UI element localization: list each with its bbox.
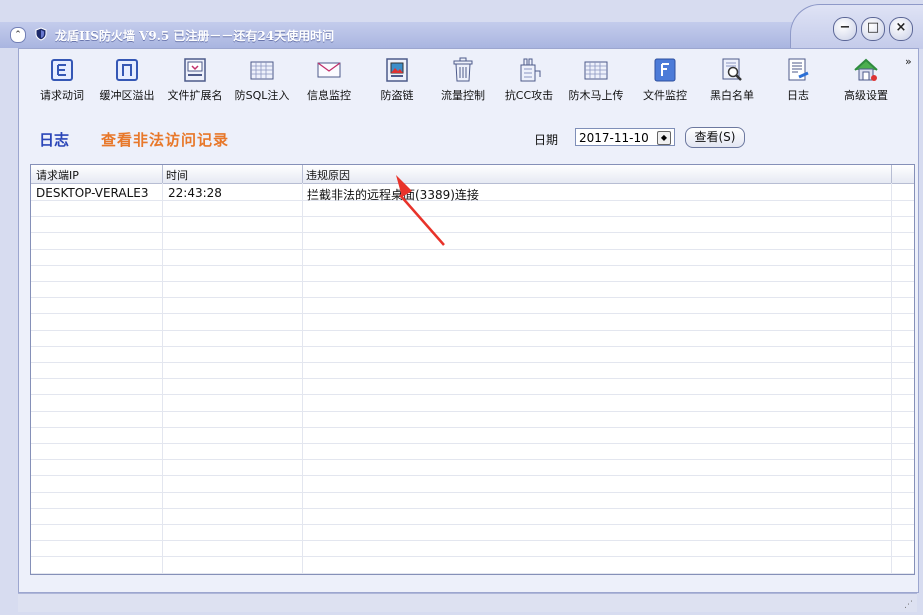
tool-label: 防盗链 (380, 89, 414, 102)
tool-request-verb[interactable]: 请求动词 (29, 57, 95, 103)
row-line (31, 556, 914, 557)
tool-advanced-settings[interactable]: 高级设置 (833, 57, 899, 103)
row-line (31, 508, 914, 509)
minimize-button[interactable]: − (833, 17, 857, 41)
tool-buffer-overflow[interactable]: 缓冲区溢出 (94, 57, 160, 103)
tool-file-monitor[interactable]: 文件监控 (632, 57, 698, 103)
row-line (31, 394, 914, 395)
tool-traffic-control[interactable]: 流量控制 (430, 57, 496, 103)
row-line (31, 411, 914, 412)
row-line (31, 524, 914, 525)
tool-label: 高级设置 (844, 89, 888, 102)
row-line (31, 297, 914, 298)
tool-anti-cc[interactable]: 抗CC攻击 (496, 57, 562, 103)
search-document-icon (722, 58, 742, 81)
query-button[interactable]: 查看(S) (685, 127, 745, 148)
tool-label: 文件扩展名 (167, 89, 223, 102)
tool-label: 防SQL注入 (234, 89, 290, 102)
row-line (31, 573, 914, 574)
row-line (31, 459, 914, 460)
tool-label: 文件监控 (643, 89, 687, 102)
row-line (31, 313, 914, 314)
row-line (31, 540, 914, 541)
row-line (31, 362, 914, 363)
main-panel: 请求动词 缓冲区溢出 文件扩展名 防SQL注入 信息监控 防盗链 流量控制 抗C… (18, 48, 919, 593)
letter-f-icon (654, 58, 676, 82)
shield-icon (35, 27, 47, 41)
tool-label: 黑白名单 (710, 89, 754, 102)
date-value: 2017-11-10 (579, 131, 649, 145)
monitor-icon (184, 58, 206, 82)
letter-e-icon (51, 59, 73, 81)
log-table: 请求端IP 时间 违规原因 DESKTOP-VERALE3 22:43:28 拦… (30, 164, 915, 575)
column-line (302, 183, 303, 574)
row-line (31, 330, 914, 331)
row-line (31, 249, 914, 250)
tool-log[interactable]: 日志 (765, 57, 831, 103)
tool-anti-trojan-upload[interactable]: 防木马上传 (563, 57, 629, 103)
column-header-ip[interactable]: 请求端IP (36, 167, 79, 183)
toolbar: 请求动词 缓冲区溢出 文件扩展名 防SQL注入 信息监控 防盗链 流量控制 抗C… (19, 49, 918, 109)
column-line (162, 183, 163, 574)
tool-label: 请求动词 (40, 89, 84, 102)
dropdown-arrow-icon[interactable]: ◆ (657, 131, 671, 145)
resize-grip-icon[interactable]: ⋰ (904, 600, 913, 610)
system-menu-icon[interactable]: ⌃ (10, 27, 26, 43)
tool-anti-sql[interactable]: 防SQL注入 (229, 57, 295, 103)
grid-icon (584, 61, 608, 80)
tool-anti-hotlink[interactable]: 防盗链 (364, 57, 430, 103)
app-window: ⌃ 龙盾IIS防火墙 V9.5 已注册－－还有24天使用时间 − □ × 请求动… (0, 0, 923, 615)
cell-ip: DESKTOP-VERALE3 (36, 186, 149, 200)
annotation-arrow-icon (396, 175, 445, 246)
status-bar: ⋰ (18, 593, 917, 612)
tool-info-monitor[interactable]: 信息监控 (296, 57, 362, 103)
tool-label: 信息监控 (307, 89, 351, 102)
row-line (31, 265, 914, 266)
document-pen-icon (788, 58, 809, 81)
row-line (31, 216, 914, 217)
row-line (31, 346, 914, 347)
plug-icon (520, 58, 541, 82)
section-title: 日志 (39, 131, 70, 149)
toolbar-overflow-chevron[interactable]: » (905, 55, 912, 68)
row-line (31, 378, 914, 379)
column-line (891, 183, 892, 574)
row-line (31, 492, 914, 493)
grid-icon (250, 61, 274, 80)
tool-label: 防木马上传 (568, 89, 624, 102)
tool-label: 流量控制 (441, 89, 485, 102)
row-line (31, 281, 914, 282)
column-header-time[interactable]: 时间 (166, 167, 188, 183)
section-subtitle: 查看非法访问记录 (101, 131, 230, 149)
tool-file-extension[interactable]: 文件扩展名 (162, 57, 228, 103)
letter-n-icon (116, 59, 138, 81)
close-button[interactable]: × (889, 17, 913, 41)
row-line (31, 427, 914, 428)
date-picker[interactable]: 2017-11-10 ◆ (575, 128, 675, 146)
tool-black-white-list[interactable]: 黑白名单 (699, 57, 765, 103)
envelope-icon (317, 62, 341, 78)
row-line (31, 443, 914, 444)
house-icon (854, 58, 878, 81)
maximize-button[interactable]: □ (861, 17, 885, 41)
tool-label: 抗CC攻击 (504, 89, 554, 102)
image-frame-icon (386, 58, 408, 82)
row-line (31, 475, 914, 476)
tool-label: 日志 (787, 89, 809, 102)
cell-time: 22:43:28 (168, 186, 222, 200)
tool-label: 缓冲区溢出 (99, 89, 155, 102)
row-line (31, 232, 914, 233)
column-header-reason[interactable]: 违规原因 (306, 167, 350, 183)
window-title: 龙盾IIS防火墙 V9.5 已注册－－还有24天使用时间 (55, 29, 335, 43)
table-header: 请求端IP 时间 违规原因 (31, 165, 914, 184)
date-label: 日期 (534, 133, 559, 147)
trash-icon (453, 57, 473, 82)
